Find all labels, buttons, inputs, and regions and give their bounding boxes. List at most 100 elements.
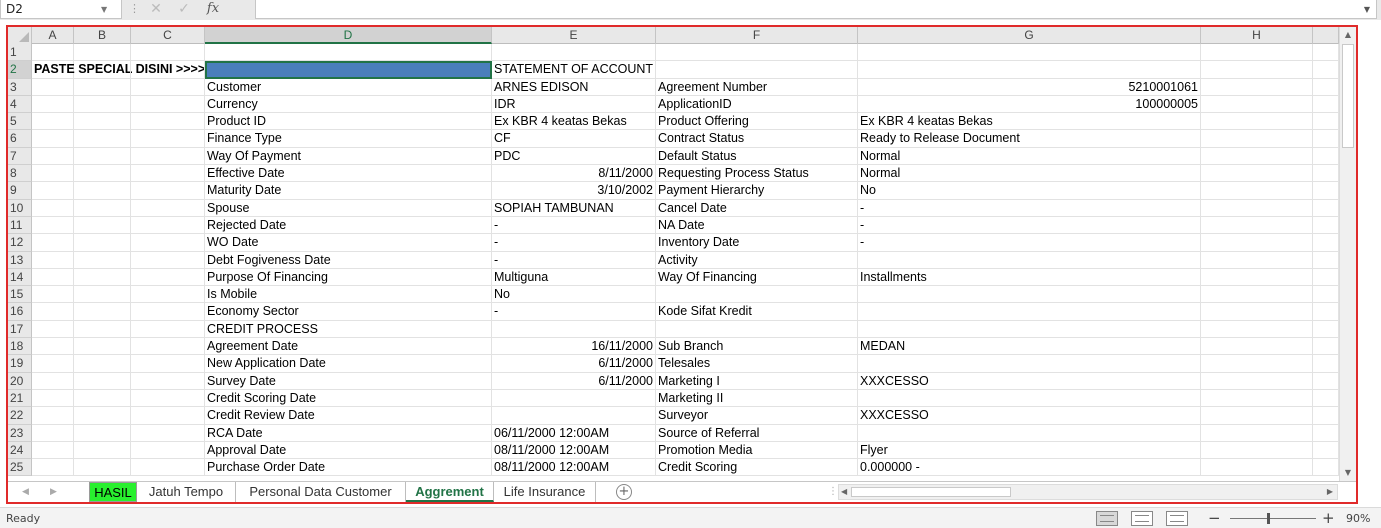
row-header[interactable]: 18 bbox=[8, 338, 32, 356]
prev-sheet-icon[interactable]: ◀ bbox=[22, 482, 29, 502]
cell-b[interactable] bbox=[74, 199, 131, 217]
row-header[interactable]: 10 bbox=[8, 199, 32, 217]
row-header[interactable]: 9 bbox=[8, 182, 32, 200]
column-header-a[interactable]: A bbox=[32, 27, 74, 44]
cell-h[interactable] bbox=[1201, 182, 1313, 200]
cell-f[interactable]: Telesales bbox=[656, 355, 858, 373]
cell-a[interactable] bbox=[32, 303, 74, 321]
zoom-slider[interactable] bbox=[1230, 518, 1316, 519]
cell-b[interactable] bbox=[74, 355, 131, 373]
cell-f[interactable]: Surveyor bbox=[656, 407, 858, 425]
column-header-f[interactable]: F bbox=[656, 27, 858, 44]
selected-cell-d2[interactable] bbox=[205, 61, 492, 79]
cell-i[interactable] bbox=[1313, 286, 1339, 304]
cell-g[interactable]: - bbox=[858, 216, 1201, 235]
cell-c[interactable] bbox=[131, 459, 205, 477]
cell-f[interactable]: Activity bbox=[656, 251, 858, 269]
scroll-down-icon[interactable]: ▼ bbox=[1340, 465, 1356, 481]
cell-i[interactable] bbox=[1313, 441, 1339, 460]
cell-e[interactable]: No bbox=[492, 286, 656, 304]
zoom-out-icon[interactable]: − bbox=[1208, 508, 1221, 528]
cell-a[interactable] bbox=[32, 113, 74, 131]
cell-d[interactable]: Approval Date bbox=[205, 441, 492, 460]
cell-h[interactable] bbox=[1201, 303, 1313, 321]
cell-a[interactable] bbox=[32, 268, 74, 287]
cell-g[interactable]: XXXCESSO bbox=[858, 372, 1201, 390]
cell-b[interactable] bbox=[74, 61, 131, 79]
row-header[interactable]: 1 bbox=[8, 44, 32, 62]
cell-f[interactable]: Requesting Process Status bbox=[656, 165, 858, 183]
cell-b[interactable] bbox=[74, 459, 131, 477]
add-sheet-icon[interactable]: + bbox=[616, 484, 632, 500]
cell-i[interactable] bbox=[1313, 182, 1339, 200]
cell-e[interactable]: - bbox=[492, 234, 656, 252]
cell-c[interactable] bbox=[131, 234, 205, 252]
cell-e[interactable]: PDC bbox=[492, 147, 656, 166]
cell-h[interactable] bbox=[1201, 216, 1313, 235]
tab-split-handle[interactable]: ⋮ bbox=[828, 482, 838, 502]
formula-input[interactable]: ▼ bbox=[255, 0, 1377, 19]
cell-b[interactable] bbox=[74, 95, 131, 114]
cell-c[interactable] bbox=[131, 182, 205, 200]
cell-b[interactable] bbox=[74, 286, 131, 304]
cell-g[interactable]: 100000005 bbox=[858, 95, 1201, 114]
cell-i[interactable] bbox=[1313, 407, 1339, 425]
expand-formula-icon[interactable]: ▼ bbox=[1364, 0, 1370, 19]
cell-f[interactable]: Promotion Media bbox=[656, 441, 858, 460]
vertical-scrollbar[interactable]: ▲ ▼ bbox=[1339, 27, 1356, 481]
cell-a[interactable] bbox=[32, 286, 74, 304]
cell-f[interactable]: ApplicationID bbox=[656, 95, 858, 114]
cell-c[interactable] bbox=[131, 78, 205, 96]
row-header[interactable]: 22 bbox=[8, 407, 32, 425]
cell-b[interactable] bbox=[74, 441, 131, 460]
cell-e[interactable] bbox=[492, 320, 656, 339]
cell-f[interactable]: Inventory Date bbox=[656, 234, 858, 252]
cell-b[interactable] bbox=[74, 44, 131, 62]
row-header[interactable]: 16 bbox=[8, 303, 32, 321]
cell-f[interactable] bbox=[656, 44, 858, 62]
cell-f[interactable]: Credit Scoring bbox=[656, 459, 858, 477]
cell-b[interactable] bbox=[74, 424, 131, 442]
cell-e[interactable]: CF bbox=[492, 130, 656, 148]
cell-g[interactable]: Normal bbox=[858, 147, 1201, 166]
cell-d[interactable]: Debt Fogiveness Date bbox=[205, 251, 492, 269]
cell-g[interactable]: 5210001061 bbox=[858, 78, 1201, 96]
cell-d[interactable]: Is Mobile bbox=[205, 286, 492, 304]
row-header[interactable]: 12 bbox=[8, 234, 32, 252]
cell-b[interactable] bbox=[74, 216, 131, 235]
cell-g[interactable] bbox=[858, 44, 1201, 62]
cell-i[interactable] bbox=[1313, 234, 1339, 252]
cell-d[interactable]: Purchase Order Date bbox=[205, 459, 492, 477]
cell-c[interactable] bbox=[131, 286, 205, 304]
row-header[interactable]: 2 bbox=[8, 61, 32, 79]
cell-g[interactable] bbox=[858, 389, 1201, 408]
cell-d[interactable]: CREDIT PROCESS bbox=[205, 320, 492, 339]
cell-a[interactable] bbox=[32, 234, 74, 252]
cell-f[interactable]: Cancel Date bbox=[656, 199, 858, 217]
cell-h[interactable] bbox=[1201, 95, 1313, 114]
cell-e[interactable]: STATEMENT OF ACCOUNT bbox=[492, 61, 656, 79]
column-header-c[interactable]: C bbox=[131, 27, 205, 44]
cell-a[interactable] bbox=[32, 182, 74, 200]
cell-b[interactable] bbox=[74, 338, 131, 356]
cell-g[interactable]: Ready to Release Document bbox=[858, 130, 1201, 148]
cell-b[interactable] bbox=[74, 303, 131, 321]
row-header[interactable]: 25 bbox=[8, 459, 32, 477]
cell-a[interactable] bbox=[32, 44, 74, 62]
cell-i[interactable] bbox=[1313, 389, 1339, 408]
cell-d[interactable]: Agreement Date bbox=[205, 338, 492, 356]
cell-a[interactable] bbox=[32, 338, 74, 356]
column-header-d[interactable]: D bbox=[205, 27, 492, 44]
cell-b[interactable] bbox=[74, 372, 131, 390]
tab-aggrement[interactable]: Aggrement bbox=[406, 482, 494, 502]
cell-b[interactable] bbox=[74, 130, 131, 148]
cell-i[interactable] bbox=[1313, 338, 1339, 356]
cell-c[interactable] bbox=[131, 44, 205, 62]
cell-b[interactable] bbox=[74, 389, 131, 408]
cell-i[interactable] bbox=[1313, 147, 1339, 166]
cell-e[interactable] bbox=[492, 389, 656, 408]
cell-c[interactable] bbox=[131, 251, 205, 269]
cell-b[interactable] bbox=[74, 147, 131, 166]
cell-c[interactable] bbox=[131, 389, 205, 408]
cell-h[interactable] bbox=[1201, 338, 1313, 356]
